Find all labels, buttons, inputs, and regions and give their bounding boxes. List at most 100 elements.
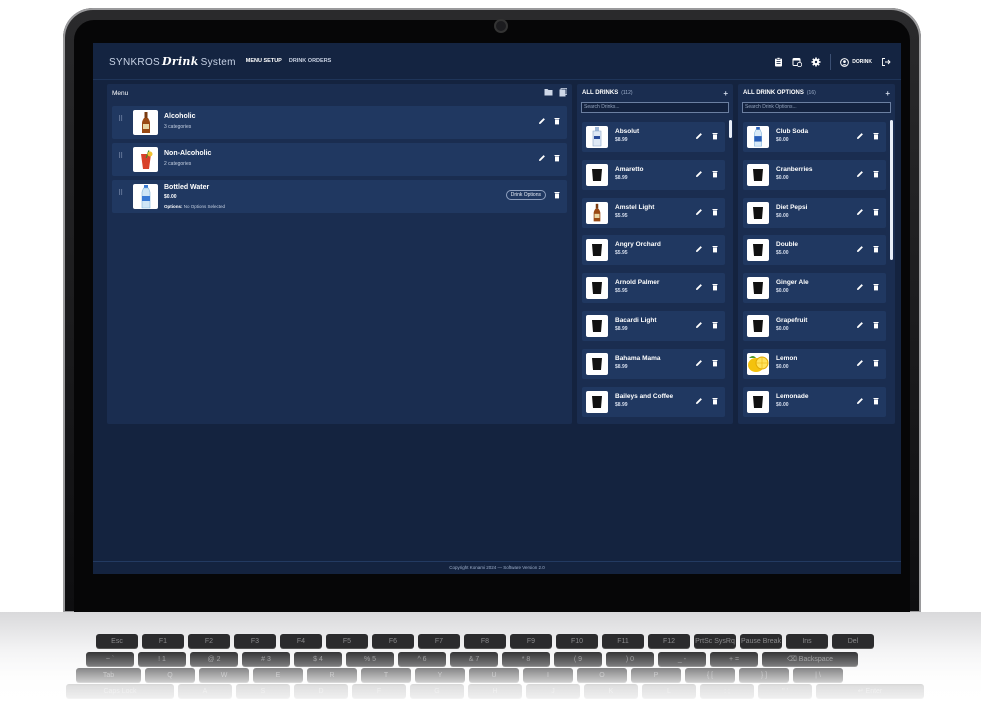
gear-icon[interactable]: [811, 57, 821, 67]
delete-icon[interactable]: [872, 170, 880, 178]
delete-icon[interactable]: [553, 154, 561, 162]
keyboard-key: F11: [602, 634, 644, 648]
delete-icon[interactable]: [872, 359, 880, 367]
drink-name: Amaretto: [615, 165, 644, 173]
edit-icon[interactable]: [695, 321, 703, 329]
option-card[interactable]: Club Soda $0.00: [743, 122, 886, 152]
search-drinks-input[interactable]: Search Drinks...: [581, 102, 729, 113]
glass-icon: [747, 201, 769, 224]
keyboard-row: Esc F1 F2 F3 F4 F5 F6 F7 F8 F9 F10 F11 F12 PrtSc SysR…: [96, 634, 874, 648]
edit-icon[interactable]: [695, 208, 703, 216]
edit-icon[interactable]: [856, 321, 864, 329]
drink-name: Absolut: [615, 128, 640, 135]
option-card[interactable]: Grapefruit $0.00: [743, 311, 886, 341]
edit-icon[interactable]: [695, 283, 703, 291]
drink-card[interactable]: Amstel Light $5.95: [582, 197, 725, 228]
water-bottle-icon: [133, 184, 158, 209]
delete-icon[interactable]: [711, 245, 719, 253]
main-nav: MENU SETUP DRINK ORDERS: [246, 58, 332, 64]
clipboard-icon[interactable]: [773, 57, 783, 67]
options-scrollbar[interactable]: [890, 120, 893, 260]
drink-card[interactable]: Arnold Palmer $5.95: [582, 273, 725, 304]
keyboard-key: F2: [188, 634, 230, 648]
drink-card[interactable]: Bacardi Light $8.99: [582, 311, 725, 341]
option-card[interactable]: Lemon $0.00: [743, 348, 886, 379]
edit-icon[interactable]: [856, 283, 864, 291]
edit-icon[interactable]: [856, 397, 864, 405]
keyboard-key: F1: [142, 634, 184, 648]
delete-icon[interactable]: [872, 208, 880, 216]
delete-icon[interactable]: [553, 117, 561, 125]
user-menu[interactable]: DORINK: [840, 57, 872, 67]
option-card[interactable]: Double $5.00: [743, 235, 886, 266]
calendar-clock-icon[interactable]: [792, 57, 803, 67]
delete-icon[interactable]: [553, 191, 561, 199]
nav-menu-setup[interactable]: MENU SETUP: [246, 58, 282, 64]
edit-icon[interactable]: [856, 132, 864, 140]
beer-bottle-icon: [586, 201, 608, 224]
keyboard-key: F4: [280, 634, 322, 648]
drink-card[interactable]: Absolut $8.99: [582, 122, 725, 152]
keyboard-key: F12: [648, 634, 690, 648]
menu-item-bottled-water[interactable]: ⠿ Bottled Water $0.00 Options: No Option…: [112, 180, 567, 213]
delete-icon[interactable]: [872, 245, 880, 253]
drag-handle-icon[interactable]: ⠿: [118, 116, 123, 126]
delete-icon[interactable]: [872, 321, 880, 329]
delete-icon[interactable]: [711, 170, 719, 178]
edit-icon[interactable]: [695, 397, 703, 405]
menu-item-title: Alcoholic: [164, 113, 196, 120]
delete-icon[interactable]: [711, 283, 719, 291]
edit-icon[interactable]: [695, 245, 703, 253]
add-item-icon[interactable]: [559, 87, 568, 99]
drag-handle-icon[interactable]: ⠿: [118, 153, 123, 163]
delete-icon[interactable]: [711, 359, 719, 367]
logout-icon[interactable]: [881, 57, 891, 67]
edit-icon[interactable]: [856, 359, 864, 367]
option-card[interactable]: Lemonade $0.00: [743, 386, 886, 417]
delete-icon[interactable]: [872, 132, 880, 140]
edit-icon[interactable]: [695, 359, 703, 367]
edit-icon[interactable]: [538, 154, 546, 162]
drink-options-button[interactable]: Drink Options: [505, 190, 546, 200]
option-name: Cranberries: [776, 165, 813, 173]
all-options-count: (16): [806, 90, 816, 96]
drag-handle-icon[interactable]: ⠿: [118, 190, 123, 200]
edit-icon[interactable]: [695, 132, 703, 140]
edit-icon[interactable]: [538, 117, 546, 125]
drink-card[interactable]: Bahama Mama $8.99: [582, 348, 725, 379]
option-card[interactable]: Cranberries $0.00: [743, 159, 886, 190]
drink-card[interactable]: Amaretto $8.99: [582, 159, 725, 190]
menu-item-non-alcoholic[interactable]: ⠿ Non-Alcoholic 2 categories: [112, 143, 567, 176]
keyboard-key: Ins: [786, 634, 828, 648]
menu-item-alcoholic[interactable]: ⠿ Alcoholic 3 categories: [112, 106, 567, 139]
drinks-scrollbar[interactable]: [729, 120, 732, 138]
drink-card[interactable]: Angry Orchard $5.95: [582, 235, 725, 266]
edit-icon[interactable]: [856, 208, 864, 216]
drink-card[interactable]: Baileys and Coffee $8.99: [582, 386, 725, 417]
option-card[interactable]: Ginger Ale $0.00: [743, 273, 886, 304]
menu-title: Menu: [112, 89, 129, 97]
delete-icon[interactable]: [872, 397, 880, 405]
delete-icon[interactable]: [711, 321, 719, 329]
search-options-input[interactable]: Search Drink Options...: [742, 102, 891, 113]
edit-icon[interactable]: [856, 170, 864, 178]
option-name: Double: [776, 241, 799, 249]
option-card[interactable]: Diet Pepsi $0.00: [743, 197, 886, 228]
drink-price: $8.99: [615, 326, 628, 332]
drink-price: $8.99: [615, 363, 628, 370]
option-name: Lemon: [776, 354, 798, 362]
option-name: Grapefruit: [776, 317, 808, 324]
delete-icon[interactable]: [711, 132, 719, 140]
brand-prefix: SYNKROS: [109, 56, 161, 68]
nav-drink-orders[interactable]: DRINK ORDERS: [289, 58, 331, 64]
option-name: Lemonade: [776, 392, 809, 400]
delete-icon[interactable]: [711, 208, 719, 216]
delete-icon[interactable]: [711, 397, 719, 405]
edit-icon[interactable]: [856, 245, 864, 253]
drink-name: Arnold Palmer: [615, 279, 660, 287]
add-option-icon[interactable]: +: [885, 89, 890, 98]
add-drink-icon[interactable]: +: [723, 89, 728, 98]
add-folder-icon[interactable]: [544, 88, 553, 99]
delete-icon[interactable]: [872, 283, 880, 291]
edit-icon[interactable]: [695, 170, 703, 178]
